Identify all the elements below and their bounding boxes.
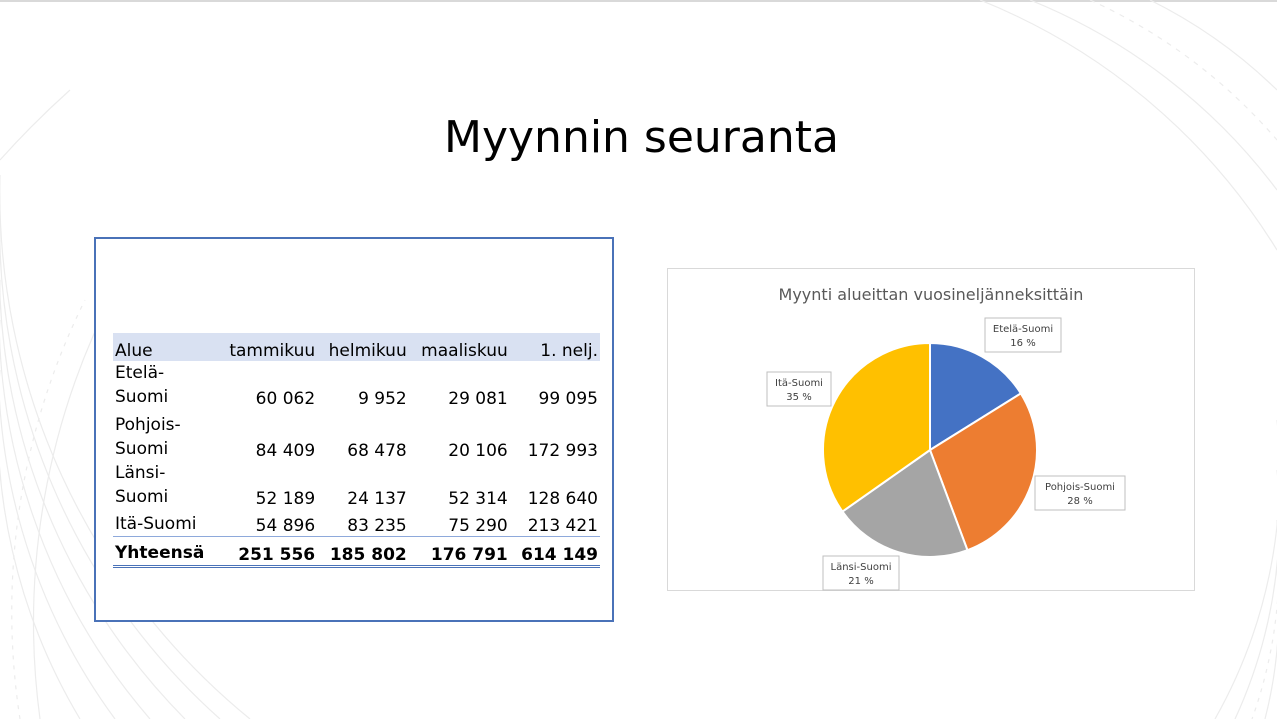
region-cell: Länsi-Suomi <box>115 463 169 507</box>
total-value-cell: 185 802 <box>317 536 409 568</box>
value-cell: 9 952 <box>358 389 407 409</box>
header-cell-region: Alue <box>113 333 217 361</box>
total-value-cell: 614 149 <box>509 536 600 568</box>
table-row: Itä-Suomi 54 896 83 235 75 290 213 421 <box>113 509 600 537</box>
value-cell: 84 409 <box>255 441 316 461</box>
header-cell-february: helmikuu <box>317 333 409 361</box>
table-header-row: Alue tammikuu helmikuu maaliskuu 1. nelj… <box>113 333 600 361</box>
data-label-category: Itä-Suomi <box>775 378 823 389</box>
value-cell: 99 095 <box>538 389 598 409</box>
top-border <box>0 0 1277 2</box>
data-label-percent: 21 % <box>848 576 873 587</box>
value-cell: 29 081 <box>448 389 508 409</box>
total-value-cell: 176 791 <box>408 536 510 568</box>
slide-title: Myynnin seuranta <box>444 112 839 163</box>
region-cell: Itä-Suomi <box>113 509 217 537</box>
data-label-callout: Länsi-Suomi 21 % <box>822 555 900 591</box>
sales-table: Alue tammikuu helmikuu maaliskuu 1. nelj… <box>113 333 600 568</box>
value-cell: 52 314 <box>448 489 508 509</box>
value-cell: 52 189 <box>255 489 316 509</box>
value-cell: 172 993 <box>527 441 598 461</box>
total-label-cell: Yhteensä <box>113 536 217 568</box>
data-label-percent: 16 % <box>1010 338 1035 349</box>
value-cell: 24 137 <box>347 489 407 509</box>
data-label-category: Länsi-Suomi <box>831 562 892 573</box>
slide: Myynnin seuranta Alue tammikuu helmikuu … <box>0 0 1277 719</box>
value-cell: 128 640 <box>527 489 598 509</box>
region-cell: Etelä-Suomi <box>115 363 169 407</box>
value-cell: 54 896 <box>217 509 318 537</box>
table-total-row: Yhteensä 251 556 185 802 176 791 614 149 <box>113 536 600 568</box>
value-cell: 75 290 <box>408 509 510 537</box>
region-cell: Pohjois-Suomi <box>115 415 181 459</box>
data-label-percent: 35 % <box>786 392 811 403</box>
data-label-callout: Itä-Suomi 35 % <box>766 371 832 407</box>
data-label-percent: 28 % <box>1067 496 1092 507</box>
header-cell-q1: 1. nelj. <box>509 333 600 361</box>
data-label-callout: Pohjois-Suomi 28 % <box>1034 475 1126 511</box>
header-cell-january: tammikuu <box>217 333 318 361</box>
header-cell-march: maaliskuu <box>408 333 510 361</box>
pie-chart: Etelä-Suomi 16 % Pohjois-Suomi 28 % Länsi-Su… <box>766 317 1126 591</box>
value-cell: 68 478 <box>347 441 407 461</box>
table-row: Etelä-Suomi 60 062 9 952 29 081 99 095 <box>113 361 600 409</box>
total-value-cell: 251 556 <box>217 536 318 568</box>
table-row: Länsi-Suomi 52 189 24 137 52 314 128 640 <box>113 461 600 509</box>
table-row: Pohjois-Suomi 84 409 68 478 20 106 172 9… <box>113 409 600 461</box>
value-cell: 60 062 <box>255 389 316 409</box>
value-cell: 83 235 <box>317 509 409 537</box>
value-cell: 20 106 <box>448 441 508 461</box>
data-label-category: Pohjois-Suomi <box>1045 482 1115 493</box>
data-label-category: Etelä-Suomi <box>993 324 1053 335</box>
value-cell: 213 421 <box>509 509 600 537</box>
data-label-callout: Etelä-Suomi 16 % <box>984 317 1062 353</box>
